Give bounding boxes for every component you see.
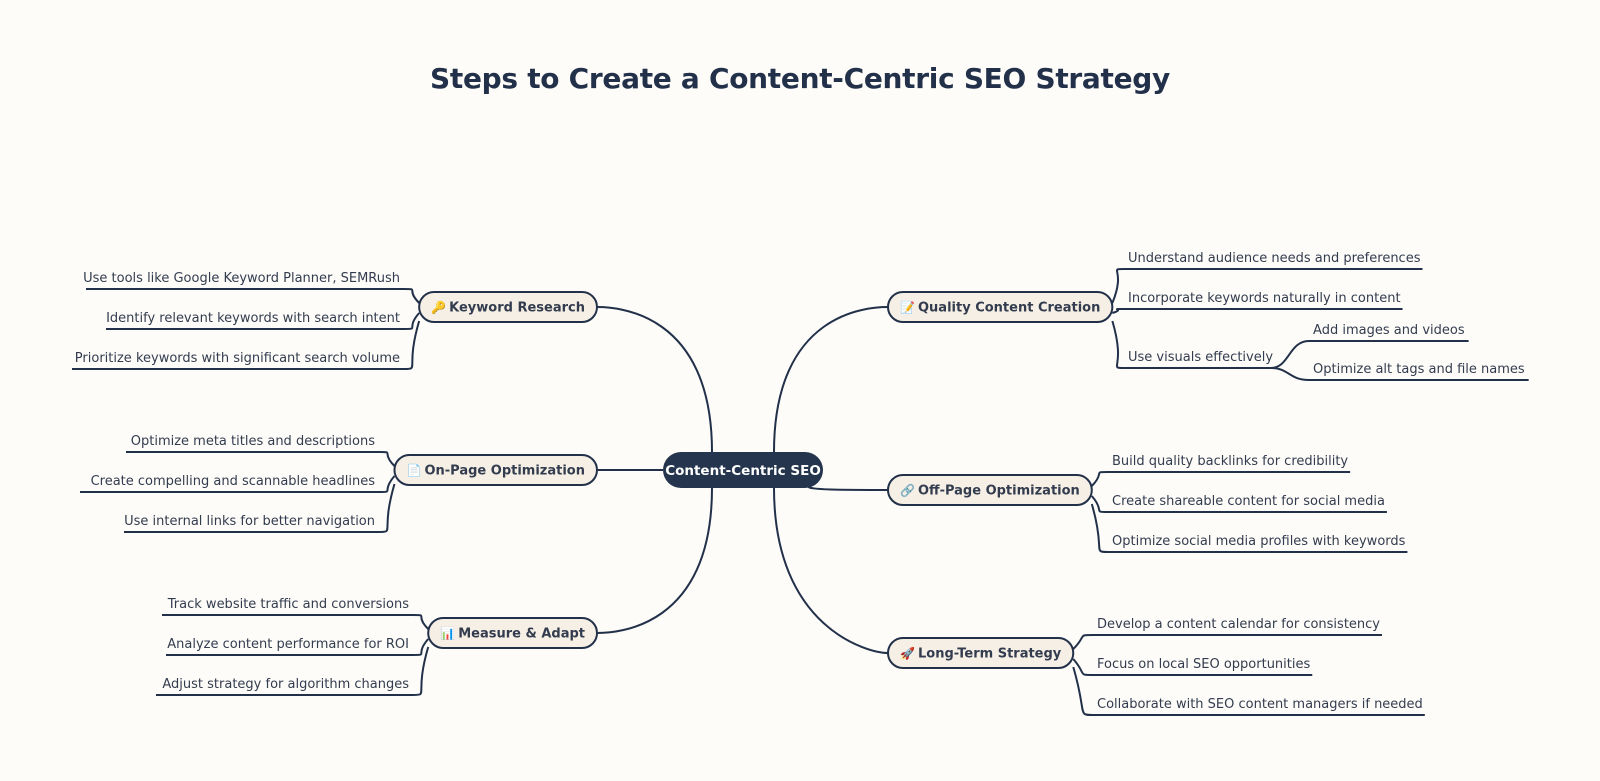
rocket-icon: 🚀 <box>900 647 915 661</box>
branch-node-measure-adapt[interactable]: 📊 Measure & Adapt <box>427 617 598 649</box>
branch-node-label: Measure & Adapt <box>458 627 585 642</box>
edge-root-quality-content-creation <box>773 306 889 453</box>
edge-long-term-strategy-leaf-0 <box>1072 634 1382 650</box>
link-icon: 🔗 <box>900 483 915 498</box>
leaf-label[interactable]: Track website traffic and conversions <box>167 597 409 612</box>
document-icon: 📄 <box>406 464 421 478</box>
branch-node-long-term-strategy[interactable]: 🚀 Long-Term Strategy <box>887 637 1075 669</box>
edge-keyword-research-leaf-0 <box>86 288 420 304</box>
key-icon: 🔑 <box>431 300 446 315</box>
leaf-label[interactable]: Use internal links for better navigation <box>124 514 375 529</box>
leaf-label[interactable]: Develop a content calendar for consisten… <box>1097 617 1380 632</box>
leaf-label[interactable]: Incorporate keywords naturally in conten… <box>1128 291 1401 306</box>
memo-icon: 📝 <box>900 301 915 315</box>
edge-quality-content-creation-leaf-1 <box>1112 308 1403 314</box>
branch-node-label: Off-Page Optimization <box>918 484 1080 499</box>
branch-node-on-page-optimization[interactable]: 📄 On-Page Optimization <box>393 454 598 486</box>
leaf-label[interactable]: Build quality backlinks for credibility <box>1112 454 1348 469</box>
branch-node-quality-content-creation[interactable]: 📝 Quality Content Creation <box>887 291 1114 323</box>
branch-node-label: Long-Term Strategy <box>918 647 1062 662</box>
subleaf-label[interactable]: Optimize alt tags and file names <box>1313 362 1525 377</box>
branch-node-keyword-research[interactable]: 🔑 Keyword Research <box>418 291 598 323</box>
branch-node-label: Quality Content Creation <box>918 301 1100 316</box>
edge-off-page-optimization-leaf-0 <box>1091 471 1351 487</box>
leaf-label[interactable]: Prioritize keywords with significant sea… <box>75 351 400 366</box>
nodes: Content-Centric SEO 🔑 Keyword Research Use … <box>75 251 1525 712</box>
branch-node-off-page-optimization[interactable]: 🔗 Off-Page Optimization <box>887 474 1093 506</box>
root-node-label: Content-Centric SEO <box>665 463 821 479</box>
edge-measure-adapt-leaf-0 <box>162 614 429 630</box>
leaf-label[interactable]: Create compelling and scannable headline… <box>91 474 376 489</box>
mind-map: Content-Centric SEO 🔑 Keyword Research Use … <box>72 251 1529 716</box>
edge-root-long-term-strategy <box>773 487 889 654</box>
bar-chart-icon: 📊 <box>440 627 455 641</box>
edge-root-keyword-research <box>596 306 713 453</box>
edge-root-off-page-optimization <box>807 485 889 491</box>
leaf-label[interactable]: Create shareable content for social medi… <box>1112 494 1385 509</box>
leaf-label[interactable]: Focus on local SEO opportunities <box>1097 657 1310 672</box>
leaf-label[interactable]: Adjust strategy for algorithm changes <box>162 677 409 692</box>
leaf-label[interactable]: Understand audience needs and preference… <box>1128 251 1421 266</box>
leaf-label[interactable]: Collaborate with SEO content managers if… <box>1097 697 1423 712</box>
edge-root-measure-adapt <box>596 487 713 634</box>
leaf-label[interactable]: Use visuals effectively <box>1128 350 1273 365</box>
leaf-label[interactable]: Identify relevant keywords with search i… <box>106 311 400 326</box>
edge-on-page-optimization-leaf-0 <box>126 451 396 467</box>
leaf-label[interactable]: Optimize meta titles and descriptions <box>131 434 375 449</box>
leaf-label[interactable]: Use tools like Google Keyword Planner, S… <box>83 271 400 286</box>
branch-node-label: Keyword Research <box>449 301 585 316</box>
leaf-label[interactable]: Analyze content performance for ROI <box>167 637 409 652</box>
subleaf-label[interactable]: Add images and videos <box>1313 323 1465 338</box>
leaf-label[interactable]: Optimize social media profiles with keyw… <box>1112 534 1406 549</box>
branch-node-label: On-Page Optimization <box>424 464 585 479</box>
